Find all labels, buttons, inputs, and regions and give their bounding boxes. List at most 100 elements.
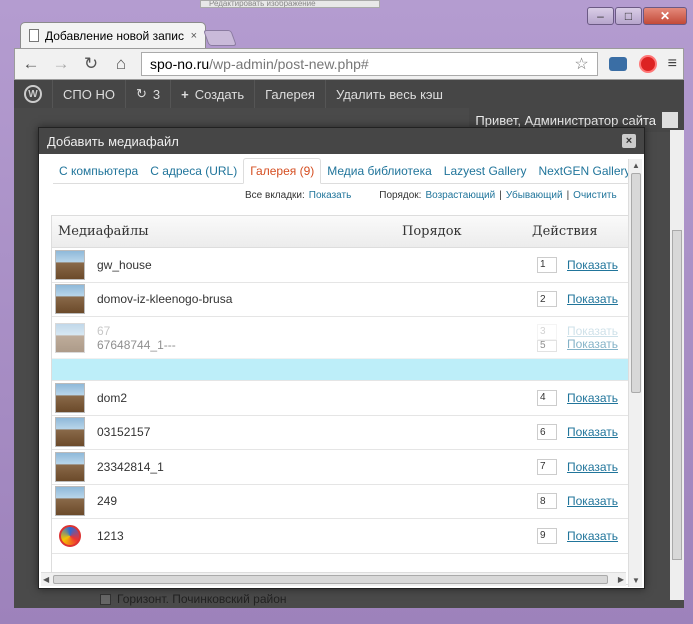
modal-title: Добавить медиафайл (47, 133, 179, 149)
back-button[interactable]: ← (21, 54, 41, 74)
add-media-modal: Добавить медиафайл × С компьютера С адре… (38, 127, 645, 589)
wordpress-logo-icon: W (24, 85, 42, 103)
thumbnail-image (55, 417, 85, 448)
tab-close-icon[interactable]: × (191, 30, 197, 42)
modal-close-icon[interactable]: × (622, 134, 636, 148)
show-link[interactable]: Показать (567, 460, 618, 474)
avatar (662, 112, 678, 128)
wp-logo-item[interactable]: W (14, 80, 53, 108)
order-input[interactable]: 2 (537, 291, 557, 308)
table-row[interactable]: domov-iz-kleenogo-brusa 2 Показать (52, 283, 628, 317)
scroll-thumb[interactable] (53, 575, 608, 584)
browser-menu-icon[interactable]: ≡ (668, 55, 677, 73)
page-scrollbar[interactable] (670, 130, 684, 600)
separator: | (499, 190, 502, 201)
dragging-row[interactable]: 67 67648744_1--- 3 5 Показать Показать (52, 317, 628, 359)
order-label: Порядок: (379, 190, 422, 201)
thumbnail-image (55, 322, 85, 353)
order-asc-link[interactable]: Возрастающий (425, 190, 495, 201)
show-link[interactable]: Показать (567, 258, 618, 272)
scroll-left-icon[interactable]: ◀ (43, 575, 49, 584)
thumbnail-image (55, 284, 85, 315)
media-name: 1213 (97, 528, 124, 543)
order-input[interactable]: 4 (537, 389, 557, 406)
home-button[interactable]: ⌂ (111, 54, 131, 74)
order-input[interactable]: 9 (537, 527, 557, 544)
separator: | (566, 190, 570, 201)
order-input[interactable]: 6 (537, 424, 557, 441)
table-header: Медиафайлы Порядок Действия (52, 216, 628, 248)
gallery-item[interactable]: Галерея (255, 80, 326, 108)
background-checkbox (100, 593, 111, 605)
table-row[interactable]: 23342814_1 7 Показать (52, 450, 628, 485)
greeting-text: Привет, Администратор сайта (475, 112, 656, 128)
url-domain: spo-no.ru (150, 56, 210, 72)
forward-button[interactable]: → (51, 54, 71, 74)
site-name-item[interactable]: СПО НО (53, 80, 126, 108)
address-bar[interactable]: spo-no.ru/wp-admin/post-new.php# ☆ (141, 52, 598, 76)
tab-from-computer[interactable]: С компьютера (53, 159, 144, 183)
media-name: dom2 (97, 390, 128, 405)
tab-gallery[interactable]: Галерея (9) (243, 158, 322, 184)
camera-extension-icon[interactable] (608, 54, 628, 74)
reload-button[interactable]: ↻ (81, 54, 101, 74)
page-icon (29, 29, 39, 42)
order-input[interactable]: 3 (537, 323, 557, 340)
scroll-right-icon[interactable]: ▶ (618, 575, 624, 584)
new-tab-button[interactable] (203, 30, 237, 46)
scroll-down-icon[interactable]: ▼ (632, 576, 640, 585)
updates-item[interactable]: ↻ 3 (126, 80, 172, 108)
order-clear-link[interactable]: Очистить (573, 190, 617, 201)
updates-icon: ↻ (135, 86, 147, 101)
url-path: /wp-admin/post-new.php# (209, 56, 369, 72)
maximize-button[interactable]: □ (615, 7, 642, 25)
table-row[interactable]: 1213 9 Показать (52, 519, 628, 554)
all-tabs-label: Все вкладки: (245, 190, 305, 201)
thumbnail-image (55, 486, 85, 517)
clear-cache-label: Удалить весь кэш (335, 86, 443, 102)
tab-nextgen-gallery[interactable]: NextGEN Gallery (532, 159, 636, 183)
browser-tab[interactable]: Добавление новой запис × (20, 22, 206, 48)
show-link[interactable]: Показать (567, 337, 618, 351)
media-table: Медиафайлы Порядок Действия gw_house 1 П… (51, 215, 629, 585)
site-name: СПО НО (63, 86, 115, 102)
background-label: Горизонт. Починковский район (117, 592, 287, 606)
order-input[interactable]: 7 (537, 458, 557, 475)
media-name: domov-iz-kleenogo-brusa (97, 292, 233, 307)
tab-media-library[interactable]: Медиа библиотека (321, 159, 438, 183)
scroll-up-icon[interactable]: ▲ (632, 161, 640, 170)
modal-vertical-scrollbar[interactable]: ▲ ▼ (628, 159, 642, 587)
table-row[interactable]: 249 8 Показать (52, 485, 628, 519)
tab-title: Добавление новой запис (45, 28, 184, 43)
show-link[interactable]: Показать (567, 391, 618, 405)
tab-lazyest-gallery[interactable]: Lazyest Gallery (438, 159, 533, 183)
gallery-label: Галерея (265, 86, 315, 102)
all-tabs-show-link[interactable]: Показать (309, 190, 352, 201)
order-desc-link[interactable]: Убывающий (506, 190, 563, 201)
show-link[interactable]: Показать (567, 494, 618, 508)
show-link[interactable]: Показать (567, 425, 618, 439)
modal-horizontal-scrollbar[interactable]: ◀ ▶ (41, 572, 626, 586)
scroll-thumb[interactable] (631, 173, 641, 393)
thumbnail-image (55, 382, 85, 413)
column-actions: Действия (532, 224, 598, 239)
column-order: Порядок (402, 224, 462, 239)
tab-from-url[interactable]: С адреса (URL) (144, 159, 243, 183)
order-input[interactable]: 8 (537, 493, 557, 510)
table-row[interactable]: 03152157 6 Показать (52, 416, 628, 450)
order-input[interactable]: 1 (537, 256, 557, 273)
minimize-button[interactable]: – (587, 7, 614, 25)
logo-thumbnail (55, 520, 85, 551)
table-row[interactable]: gw_house 1 Показать (52, 248, 628, 283)
order-input[interactable]: 5 (537, 339, 557, 352)
show-link[interactable]: Показать (567, 292, 618, 306)
clear-cache-item[interactable]: Удалить весь кэш (326, 80, 453, 108)
close-window-button[interactable]: ✕ (643, 7, 687, 25)
table-row[interactable]: dom2 4 Показать (52, 381, 628, 416)
background-window-strip: Редактировать изображение (200, 0, 380, 8)
bookmark-star-icon[interactable]: ☆ (574, 54, 588, 74)
adblock-extension-icon[interactable] (638, 54, 658, 74)
show-link[interactable]: Показать (567, 529, 618, 543)
create-item[interactable]: + Создать (171, 80, 256, 108)
show-link[interactable]: Показать (567, 324, 618, 338)
